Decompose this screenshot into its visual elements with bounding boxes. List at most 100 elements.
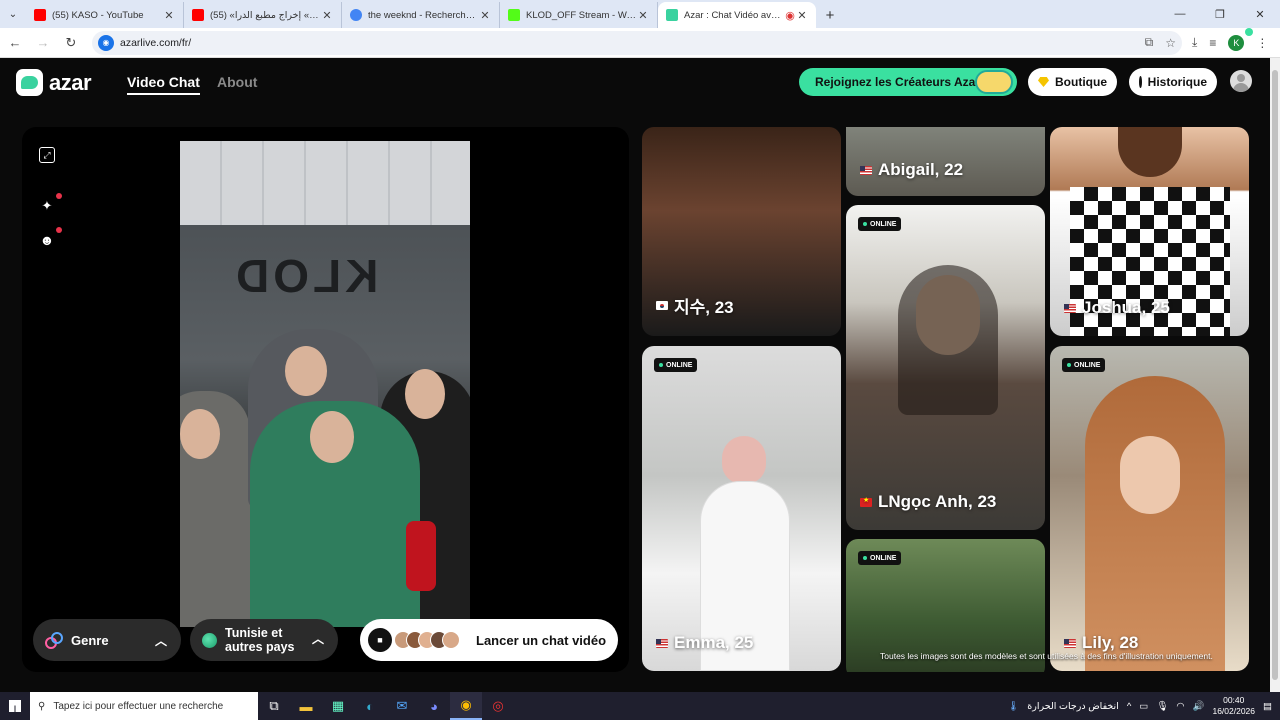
tab-title: (55) «أكسيدون» إخراج مطبع الدرا [210,9,321,21]
close-tab-icon[interactable]: ✕ [321,9,333,22]
menu-icon[interactable]: ⋮ [1256,36,1268,50]
site-info-icon[interactable]: ◉ [98,34,114,51]
profile-name: Abigail, 22 [878,160,964,179]
notifications-icon[interactable]: ▤ [1263,701,1272,712]
close-tab-icon[interactable]: ✕ [479,9,491,22]
address-bar[interactable]: ◉ azarlive.com/fr/ ⧉ ☆ [92,30,1182,55]
nav-about[interactable]: About [217,74,257,90]
user-avatar[interactable] [1230,70,1252,92]
online-badge: ONLINE [1062,358,1106,372]
file-explorer-icon[interactable]: ▬ [290,692,322,720]
online-badge: ONLINE [654,358,698,372]
site-header: azar Video Chat About Rejoignez les Créa… [0,58,1270,116]
mail-icon[interactable]: ✉ [386,692,418,720]
close-window-icon[interactable]: ✕ [1240,0,1280,28]
expand-icon[interactable]: ⤢ [39,147,55,163]
bookmark-star-icon[interactable]: ☆ [1165,36,1176,50]
browser-tab[interactable]: (55) KASO - YouTube ✕ [26,2,184,28]
microphone [406,521,436,591]
browser-tab[interactable]: KLOD_OFF Stream - Watch Live ✕ [500,2,658,28]
recording-icon: ◉ [785,9,795,22]
wall-sign-text: KLOD [232,250,379,302]
page-scrollbar[interactable] [1270,58,1280,692]
network-icon[interactable]: ▭ [1139,701,1148,712]
profile-card[interactable]: Abigail, 22 [846,127,1045,196]
profile-name: LNgọc Anh, 23 [878,492,997,511]
profile-card[interactable]: ONLINE LNgọc Anh, 23 [846,205,1045,530]
flag-icon [860,496,872,507]
youtube-icon [34,9,46,21]
clock-date: 16/02/2026 [1212,706,1256,716]
search-icon: ⚲ [38,700,46,712]
flag-icon [1064,303,1076,313]
google-icon [350,9,362,21]
profile-avatar[interactable]: K [1228,34,1245,51]
wifi-icon[interactable]: ◠ [1176,701,1184,712]
taskbar-search-placeholder: Tapez ici pour effectuer une recherche [53,700,224,712]
tab-search-icon[interactable]: ⌄ [0,0,26,28]
azar-logo[interactable]: azar [16,69,92,96]
video-camera-icon: ■ [368,628,392,652]
chevron-up-icon: ︿ [311,632,324,646]
logo-text: azar [49,69,92,95]
close-tab-icon[interactable]: ✕ [637,9,649,22]
gender-filter-button[interactable]: Genre ︿ [33,619,181,661]
browser-tab-active[interactable]: Azar : Chat Vidéo avec de n ◉ ✕ [658,2,816,28]
shop-label: Boutique [1055,75,1107,89]
country-filter-button[interactable]: Tunisie et autres pays ︿ [190,619,338,661]
browser-toolbar: ← → ↻ ◉ azarlive.com/fr/ ⧉ ☆ ⤓ ≡ K ⋮ [0,28,1280,58]
chrome-icon[interactable]: ◉ [450,692,482,720]
profile-card[interactable]: Joshua, 25 [1050,127,1249,336]
edge-icon[interactable]: ◐ [354,692,386,720]
creator-badge-icon [975,70,1013,94]
download-icon[interactable]: ⤓ [1192,35,1197,50]
nav-video-chat[interactable]: Video Chat [127,74,200,95]
face-filter-icon[interactable]: ☻ [39,232,55,248]
url-text: azarlive.com/fr/ [120,36,192,49]
avatar-status-dot [1245,28,1253,36]
clock-icon [1139,76,1146,88]
profile-name: Lily, 28 [1082,633,1139,652]
restore-icon[interactable]: ❐ [1200,0,1240,28]
cast-icon[interactable]: ⧉ [1145,35,1154,50]
obs-icon[interactable]: ◎ [482,692,514,720]
task-view-icon[interactable]: ⧉ [258,692,290,720]
video-chat-panel: KLOD ⤢ ✦ ☻ Genre ︿ Tunisie et autres pay… [22,127,629,672]
taskbar-search[interactable]: ⚲ Tapez ici pour effectuer une recherche [30,692,258,720]
browser-tab-strip: ⌄ (55) KASO - YouTube ✕ (55) «أكسيدون» إ… [0,0,1280,28]
profile-card[interactable]: ONLINE Emma, 25 [642,346,841,671]
shop-button[interactable]: Boutique [1028,68,1117,96]
new-tab-button[interactable]: + [816,2,844,28]
camera-preview: KLOD [180,141,470,627]
notification-dot [56,193,62,199]
store-icon[interactable]: ▦ [322,692,354,720]
reload-icon[interactable]: ↻ [58,30,84,56]
history-button[interactable]: Historique [1129,68,1217,96]
discord-icon[interactable]: ◕ [418,692,450,720]
taskbar-clock[interactable]: 00:40 16/02/2026 [1212,695,1255,717]
start-button[interactable] [0,692,30,720]
start-video-chat-label: Lancer un chat vidéo [476,632,607,648]
profile-card[interactable]: 지수, 23 [642,127,841,336]
close-tab-icon[interactable]: ✕ [163,9,175,22]
start-video-chat-button[interactable]: ■ Lancer un chat vidéo [360,619,618,661]
volume-icon[interactable]: 🔊 [1193,701,1205,712]
magic-wand-icon[interactable]: ✦ [39,198,55,214]
browser-tab[interactable]: (55) «أكسيدون» إخراج مطبع الدرا ✕ [184,2,342,28]
minimize-icon[interactable]: — [1160,0,1200,28]
weather-text[interactable]: انخفاض درجات الحرارة [1027,701,1119,712]
azar-logo-icon [16,69,43,96]
profile-name: 지수, 23 [674,298,734,317]
browser-tab[interactable]: the weeknd - Recherche Google ✕ [342,2,500,28]
clock-time: 00:40 [1223,695,1245,705]
back-icon[interactable]: ← [2,30,28,56]
windows-taskbar: ⚲ Tapez ici pour effectuer une recherche… [0,692,1280,720]
forward-icon[interactable]: → [30,30,56,56]
microphone-icon[interactable]: 🎙 [1156,701,1168,712]
profile-card[interactable]: ONLINE Lily, 28 [1050,346,1249,671]
tray-chevron-icon[interactable]: ^ [1127,701,1131,712]
join-creators-button[interactable]: Rejoignez les Créateurs Azar [799,68,1017,96]
media-icon[interactable]: ≡ [1209,36,1216,50]
close-tab-icon[interactable]: ✕ [796,9,808,22]
weather-icon[interactable]: 🌡 [1007,701,1019,712]
